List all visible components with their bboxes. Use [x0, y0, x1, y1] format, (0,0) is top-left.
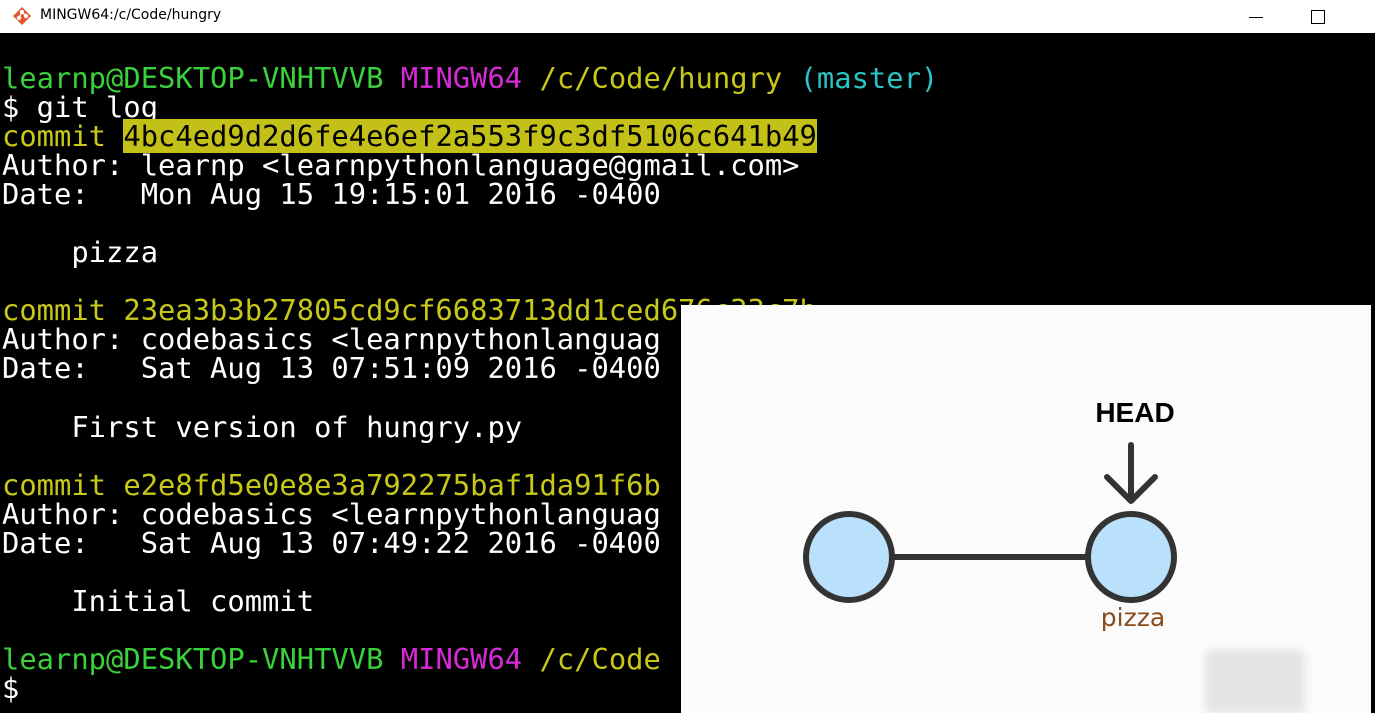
window-title: MINGW64:/c/Code/hungry — [40, 7, 222, 23]
watermark-blur — [1205, 650, 1305, 713]
head-label: HEAD — [1095, 397, 1174, 428]
prompt-user: learnp@DESKTOP-VNHTVVB — [2, 642, 384, 676]
maximize-button[interactable] — [1295, 0, 1341, 33]
git-bash-icon — [13, 7, 31, 25]
maximize-icon — [1311, 9, 1325, 24]
prompt-shell: MINGW64 — [400, 642, 523, 676]
date-line: Date: Sat Aug 13 07:51:09 2016 -0400 — [2, 351, 661, 385]
prompt-line: learnp@DESKTOP-VNHTVVB MINGW64 /c/Code — [2, 645, 661, 674]
commit-line: commit 4bc4ed9d2d6fe4e6ef2a553f9c3df5106… — [2, 119, 817, 153]
commit-message: Initial commit — [2, 584, 315, 618]
prompt-branch: (master) — [799, 61, 939, 95]
date-line: Date: Sat Aug 13 07:49:22 2016 -0400 — [2, 526, 661, 560]
head-arrow-icon — [1104, 442, 1158, 504]
author-line: Author: codebasics <learnpythonlanguag — [2, 322, 661, 356]
minimize-icon — [1249, 17, 1263, 18]
prompt-line: learnp@DESKTOP-VNHTVVB MINGW64 /c/Code/h… — [2, 64, 938, 93]
prompt-path: /c/Code/hungry — [539, 61, 783, 95]
date-line: Date: Mon Aug 15 19:15:01 2016 -0400 — [2, 177, 661, 211]
commit-message: First version of hungry.py — [2, 410, 523, 444]
git-diagram-overlay: HEAD pizza — [681, 305, 1371, 713]
title-bar: MINGW64:/c/Code/hungry — [0, 0, 1375, 33]
prompt-shell: MINGW64 — [400, 61, 523, 95]
commit-node-initial — [803, 511, 895, 603]
prompt-path: /c/Code — [539, 642, 661, 676]
minimize-button[interactable] — [1233, 0, 1279, 33]
command-line: $ git log — [2, 90, 159, 124]
commit-line: commit e2e8fd5e0e8e3a792275baf1da91f6b — [2, 468, 661, 502]
author-line: Author: learnp <learnpythonlanguage@gmai… — [2, 148, 800, 182]
commit-node-pizza — [1085, 511, 1177, 603]
command-prompt: $ — [2, 671, 20, 705]
author-line: Author: codebasics <learnpythonlanguag — [2, 497, 661, 531]
commit-message: pizza — [2, 235, 159, 269]
commit-label: pizza — [1101, 603, 1165, 632]
